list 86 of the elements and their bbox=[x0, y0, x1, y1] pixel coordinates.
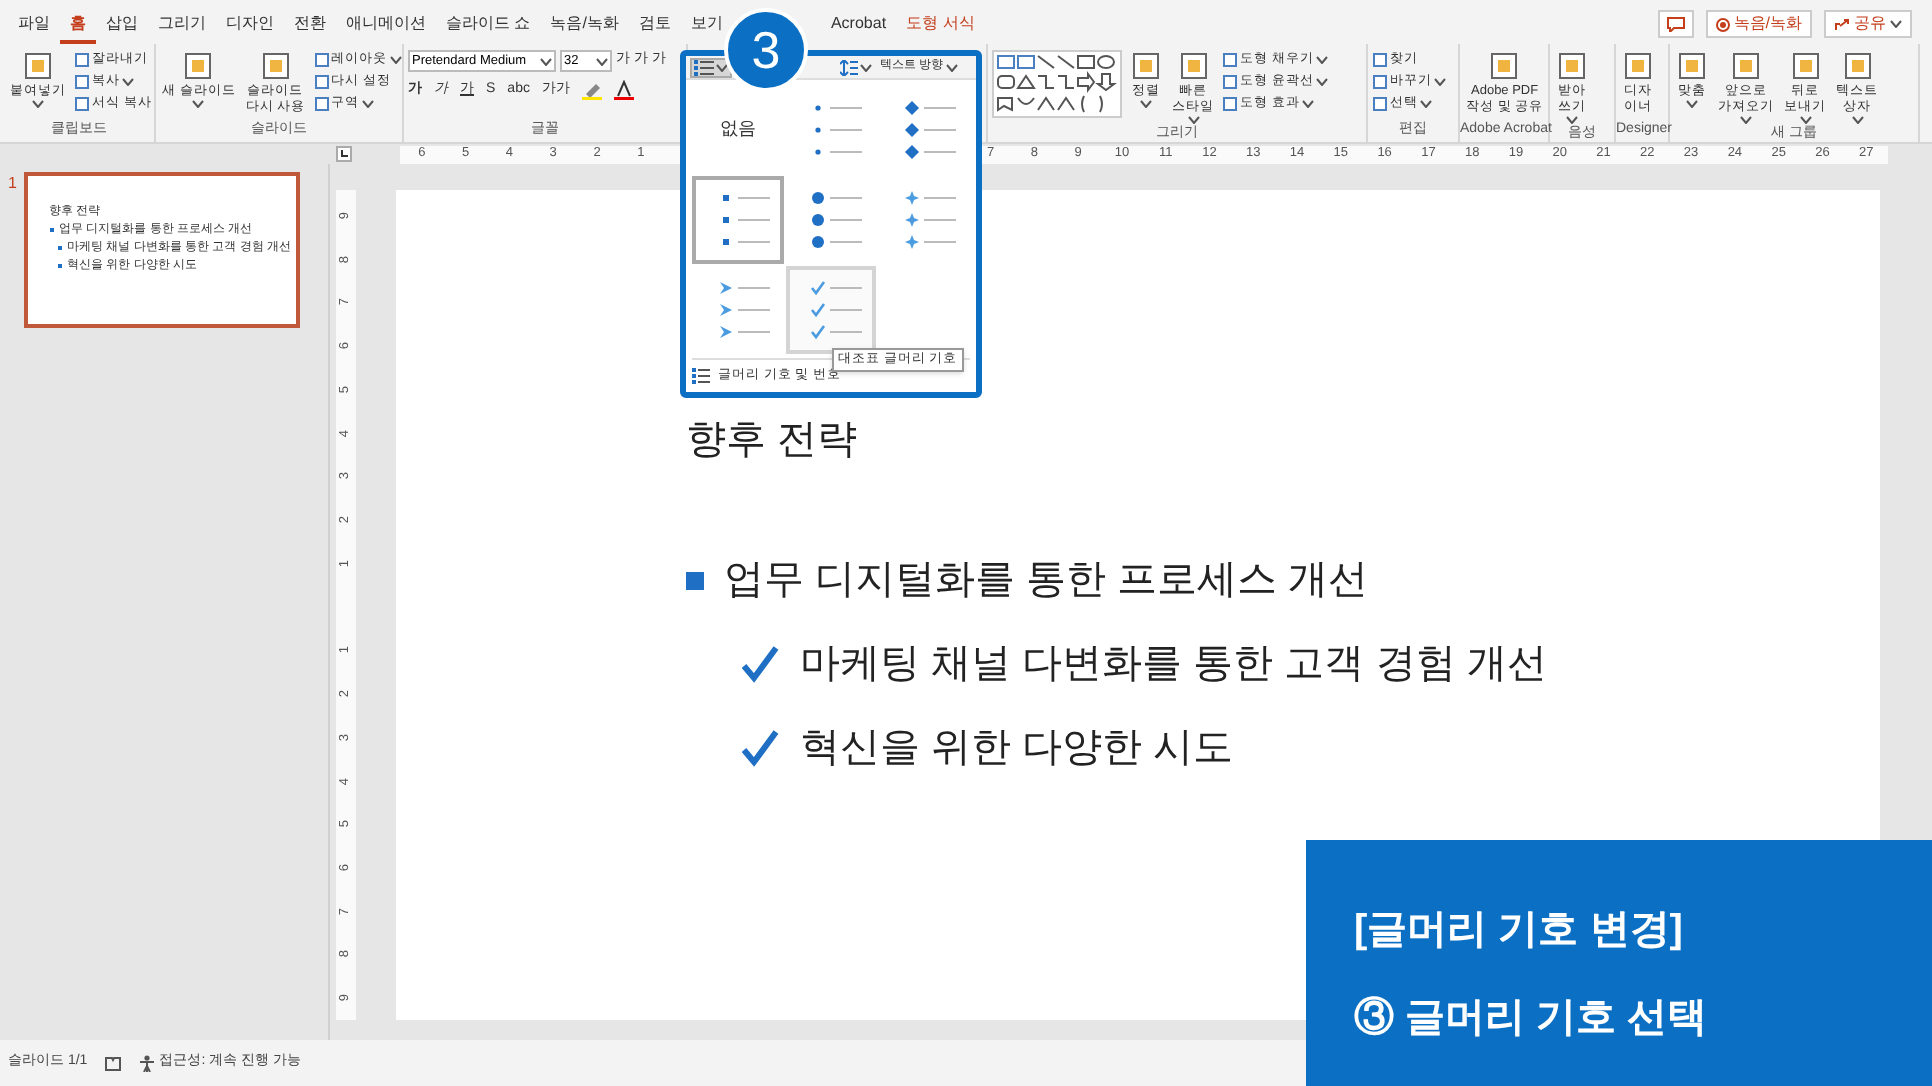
caret-icon bbox=[1187, 116, 1199, 124]
tile-icon bbox=[1841, 50, 1873, 82]
tile-icon bbox=[182, 50, 215, 82]
square-icon bbox=[1372, 74, 1388, 90]
caret-icon bbox=[1686, 100, 1698, 108]
share-button[interactable]: 공유 bbox=[1824, 10, 1912, 38]
caret-icon bbox=[192, 100, 205, 108]
square-icon bbox=[313, 96, 330, 112]
bullet-text: 업무 디지털화를 통한 프로세스 개선 bbox=[724, 556, 1369, 606]
ribbon-tab[interactable]: 녹음/녹화 bbox=[540, 8, 629, 44]
slide-title: 향후 전략 bbox=[686, 416, 860, 466]
check-icon bbox=[740, 728, 780, 768]
caret-icon bbox=[1420, 100, 1432, 108]
caret-icon bbox=[122, 78, 134, 86]
caret-icon bbox=[1315, 78, 1328, 86]
ribbon-tab[interactable]: 디자인 bbox=[216, 8, 284, 44]
bullet-text: 혁신을 위한 다양한 시도 bbox=[800, 724, 1234, 774]
caret-icon bbox=[1140, 100, 1152, 108]
square-icon bbox=[74, 96, 90, 112]
bullet-option[interactable] bbox=[785, 266, 877, 354]
caret-icon bbox=[1315, 56, 1328, 64]
square-icon bbox=[1372, 52, 1388, 68]
bullets-button[interactable] bbox=[690, 57, 732, 77]
square-icon bbox=[74, 74, 90, 90]
ribbon-tab[interactable]: 슬라이드 쇼 bbox=[436, 8, 541, 44]
bullet-list-icon bbox=[694, 59, 714, 75]
ribbon-tab[interactable]: 그리기 bbox=[148, 8, 216, 44]
highlighter-icon bbox=[581, 80, 602, 101]
ribbon-tab[interactable]: Acrobat bbox=[820, 8, 897, 44]
bullet-text: 마케팅 채널 다변화를 통한 고객 경험 개선 bbox=[800, 640, 1547, 690]
bullet-list-icon bbox=[692, 368, 710, 385]
tile-icon bbox=[1789, 50, 1821, 82]
square-icon bbox=[313, 74, 330, 90]
tile-icon bbox=[22, 50, 54, 82]
caret-icon bbox=[540, 57, 552, 65]
check-icon bbox=[740, 644, 780, 684]
caret-icon bbox=[716, 63, 728, 71]
caret-icon bbox=[1890, 20, 1902, 28]
caret-icon bbox=[1434, 78, 1446, 86]
ribbon-tab[interactable]: 삽입 bbox=[96, 8, 148, 44]
caret-icon bbox=[1799, 116, 1811, 124]
tile-icon bbox=[1676, 50, 1708, 82]
square-icon bbox=[1222, 52, 1238, 68]
tile-icon bbox=[1622, 50, 1654, 82]
comment-icon bbox=[1665, 16, 1686, 32]
ribbon-tab[interactable]: 애니메이션 bbox=[336, 8, 436, 44]
slide-number: 1 bbox=[8, 172, 17, 196]
caret-icon bbox=[945, 63, 958, 71]
tile-icon bbox=[1556, 50, 1588, 82]
caret-icon bbox=[1740, 116, 1752, 124]
square-icon bbox=[1222, 96, 1238, 112]
caret-icon bbox=[596, 57, 608, 65]
square-icon bbox=[1222, 74, 1238, 90]
tile-icon bbox=[1130, 50, 1162, 82]
square-icon bbox=[1372, 96, 1388, 112]
caret-icon bbox=[860, 63, 872, 71]
tile-icon bbox=[259, 50, 292, 82]
caret-icon bbox=[32, 100, 44, 108]
ribbon-tab[interactable]: 검토 bbox=[628, 8, 681, 44]
ribbon-tab[interactable]: 파일 bbox=[8, 8, 60, 44]
shape-gallery-drawing bbox=[992, 50, 1122, 118]
caret-icon bbox=[361, 100, 374, 108]
square-icon bbox=[74, 52, 90, 68]
caption-step: ③ 글머리 기호 선택 bbox=[1354, 988, 1932, 1048]
square-bullet-icon bbox=[686, 571, 704, 589]
line-spacing-button[interactable] bbox=[840, 59, 872, 75]
bullet-option[interactable]: 없음 bbox=[692, 86, 784, 174]
record-button[interactable]: 녹음/녹화 bbox=[1705, 10, 1812, 38]
caret-icon bbox=[1566, 116, 1578, 124]
square-icon bbox=[313, 52, 330, 68]
tile-icon bbox=[1730, 50, 1762, 82]
ribbon-tab[interactable]: 도형 서식 bbox=[896, 8, 985, 44]
record-icon bbox=[1715, 17, 1730, 31]
notes-icon bbox=[103, 1055, 122, 1071]
caret-icon bbox=[1851, 116, 1863, 124]
tile-icon bbox=[1488, 50, 1521, 82]
share-icon bbox=[1834, 17, 1850, 31]
person-icon bbox=[137, 1054, 156, 1072]
caret-icon bbox=[389, 56, 402, 64]
caret-icon bbox=[1301, 100, 1314, 108]
ribbon-tab[interactable]: 전환 bbox=[284, 8, 336, 44]
comment-button[interactable] bbox=[1657, 10, 1694, 38]
font-color-icon bbox=[613, 80, 634, 101]
tile-icon bbox=[1177, 50, 1209, 82]
line-spacing-icon bbox=[840, 59, 858, 75]
caption-heading: [글머리 기호 변경] bbox=[1354, 906, 1685, 956]
